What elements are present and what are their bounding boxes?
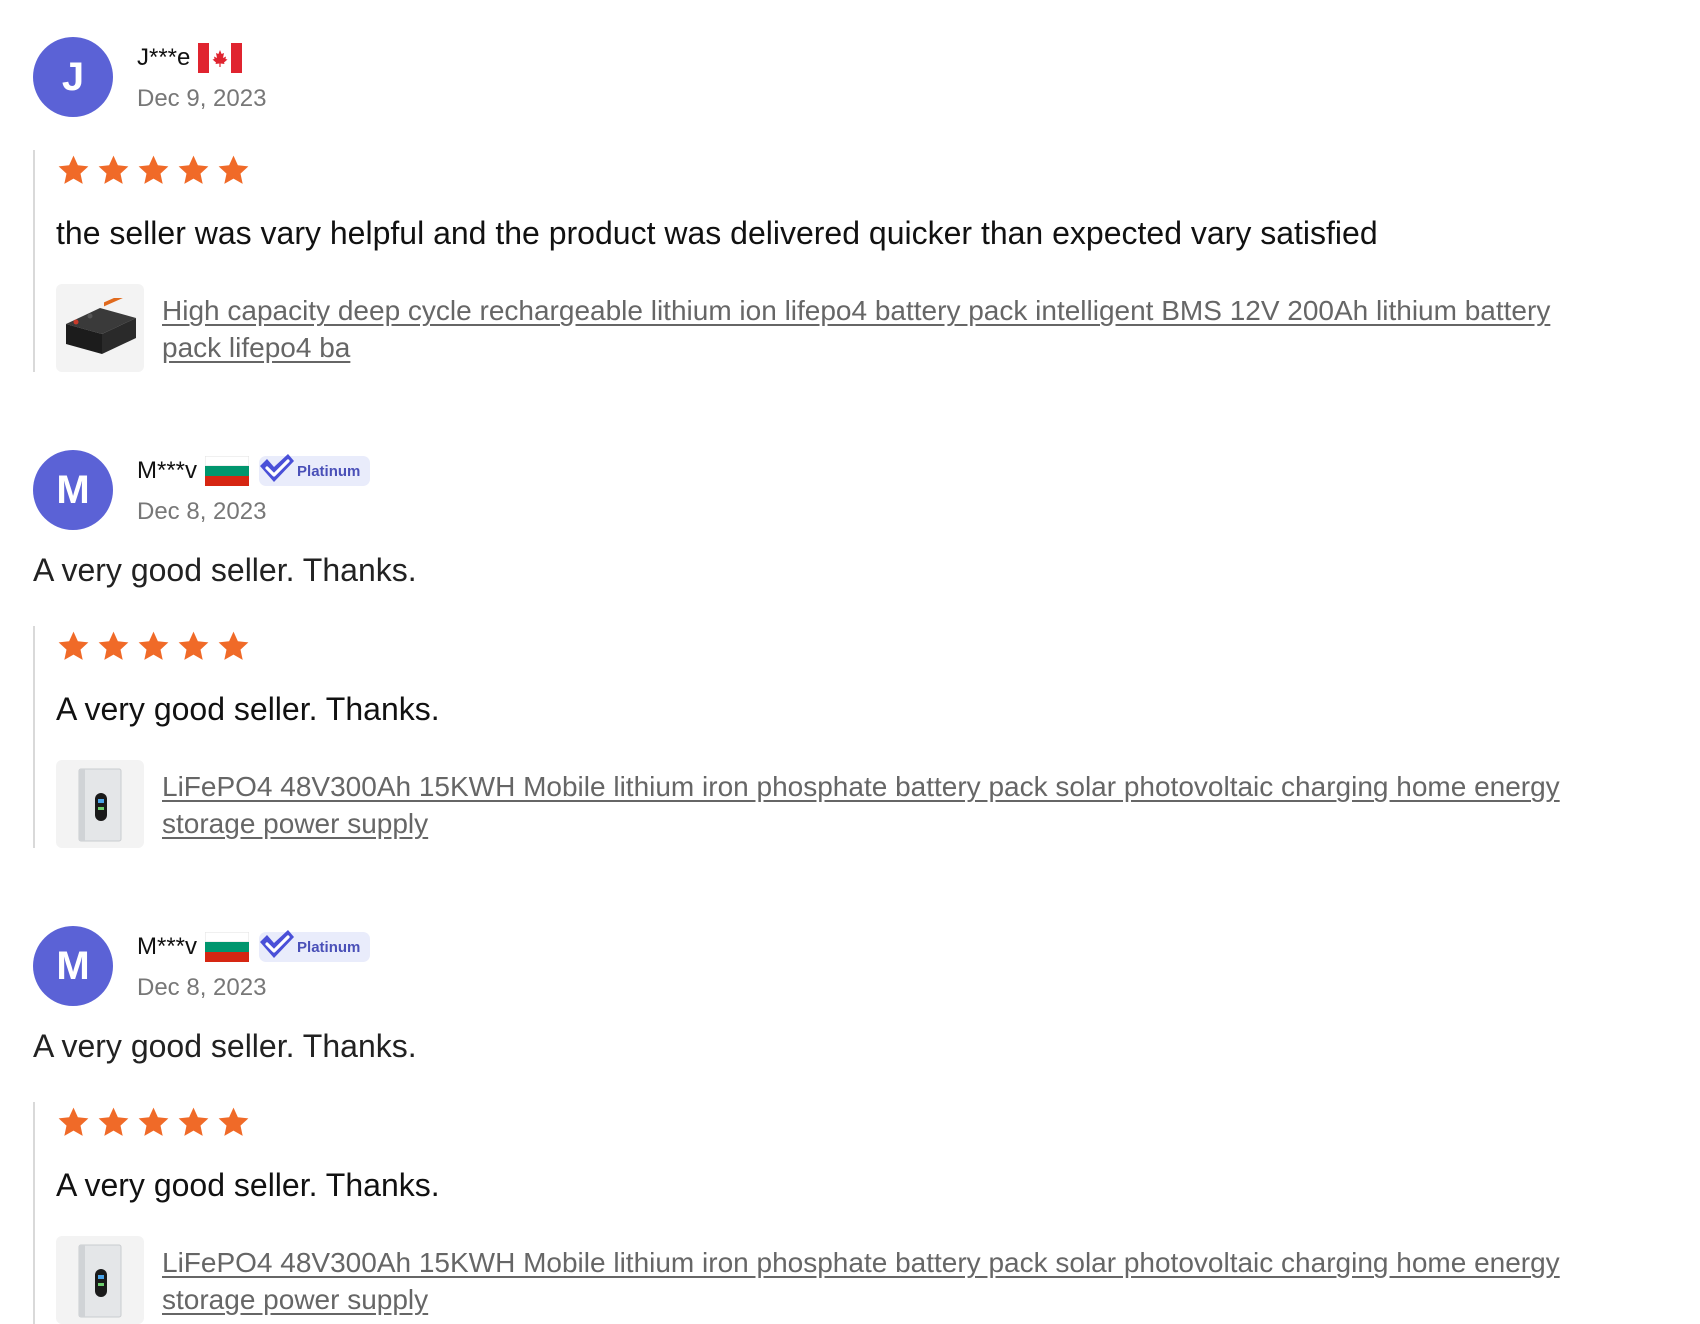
review-body: the seller was vary helpful and the prod… xyxy=(33,150,1616,373)
review-text: the seller was vary helpful and the prod… xyxy=(56,215,1378,251)
review-summary: A very good seller. Thanks. xyxy=(33,552,417,588)
star-rating xyxy=(56,150,1616,190)
star-rating xyxy=(56,626,1616,666)
reviewer-row: M***v Platinum xyxy=(137,930,371,964)
star-icon xyxy=(58,1107,89,1136)
product-thumbnail[interactable] xyxy=(56,1236,144,1324)
product-row[interactable]: LiFePO4 48V300Ah 15KWH Mobile lithium ir… xyxy=(56,760,1616,849)
canada-flag-icon xyxy=(198,43,243,73)
star-icon xyxy=(138,155,169,184)
review-date: Dec 8, 2023 xyxy=(137,498,267,525)
star-icon xyxy=(138,631,169,660)
star-icon xyxy=(58,631,89,660)
star-icon xyxy=(178,631,209,660)
product-link[interactable]: LiFePO4 48V300Ah 15KWH Mobile lithium ir… xyxy=(162,1244,1582,1318)
star-icon xyxy=(98,155,129,184)
reviewer-name: M***v xyxy=(137,457,198,484)
verified-check-icon xyxy=(260,454,295,482)
review-body: A very good seller. Thanks. LiFePO4 48V3… xyxy=(33,1102,1616,1324)
product-link[interactable]: High capacity deep cycle rechargeable li… xyxy=(162,292,1582,366)
review-date: Dec 8, 2023 xyxy=(137,974,267,1001)
bulgaria-flag-icon xyxy=(205,456,250,486)
reviewer-name: J***e xyxy=(137,44,191,71)
star-icon xyxy=(98,631,129,660)
platinum-badge: Platinum xyxy=(259,454,371,486)
star-icon xyxy=(218,1107,249,1136)
star-icon xyxy=(98,1107,129,1136)
badge-label: Platinum xyxy=(297,938,361,956)
review-body: A very good seller. Thanks. LiFePO4 48V3… xyxy=(33,626,1616,849)
star-icon xyxy=(178,155,209,184)
product-link[interactable]: LiFePO4 48V300Ah 15KWH Mobile lithium ir… xyxy=(162,768,1582,842)
reviewer-row: J***e xyxy=(137,41,252,75)
review-text: A very good seller. Thanks. xyxy=(56,1167,440,1203)
battery-48v-image-icon xyxy=(78,1244,122,1318)
star-icon xyxy=(218,155,249,184)
badge-label: Platinum xyxy=(297,462,361,480)
product-row[interactable]: High capacity deep cycle rechargeable li… xyxy=(56,284,1616,373)
platinum-badge: Platinum xyxy=(259,930,371,962)
review-date: Dec 9, 2023 xyxy=(137,85,267,112)
avatar: J xyxy=(33,37,113,117)
star-icon xyxy=(218,631,249,660)
product-row[interactable]: LiFePO4 48V300Ah 15KWH Mobile lithium ir… xyxy=(56,1236,1616,1324)
star-icon xyxy=(138,1107,169,1136)
bulgaria-flag-icon xyxy=(205,932,250,962)
battery-12v-image-icon xyxy=(66,298,136,355)
star-icon xyxy=(178,1107,209,1136)
star-icon xyxy=(58,155,89,184)
reviewer-row: M***v Platinum xyxy=(137,454,371,488)
product-thumbnail[interactable] xyxy=(56,284,144,373)
star-rating xyxy=(56,1102,1616,1142)
product-thumbnail[interactable] xyxy=(56,760,144,849)
avatar: M xyxy=(33,450,113,530)
verified-check-icon xyxy=(260,930,295,958)
avatar: M xyxy=(33,926,113,1006)
review-summary: A very good seller. Thanks. xyxy=(33,1028,417,1064)
battery-48v-image-icon xyxy=(78,768,122,842)
review-text: A very good seller. Thanks. xyxy=(56,691,440,727)
reviewer-name: M***v xyxy=(137,933,198,960)
